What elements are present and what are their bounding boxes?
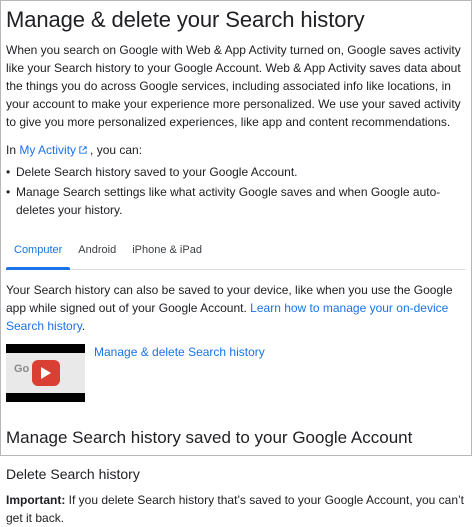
video-row: Go Manage & delete Search history [6, 344, 466, 402]
tab-computer[interactable]: Computer [6, 231, 71, 270]
my-activity-link[interactable]: My Activity [19, 143, 76, 157]
list-item: Delete Search history saved to your Goog… [6, 163, 466, 181]
external-link-icon[interactable] [79, 146, 87, 154]
video-title-link[interactable]: Manage & delete Search history [94, 343, 265, 402]
lead-suffix: , you can: [90, 143, 143, 157]
play-icon [41, 367, 51, 379]
lead-prefix: In [6, 143, 17, 157]
sub-heading: Delete Search history [6, 466, 140, 482]
thumbnail-logo-text: Go [14, 363, 30, 375]
thumbnail-frame: Go [6, 353, 85, 393]
important-text: If you delete Search history that’s save… [6, 493, 465, 525]
period: . [81, 319, 86, 333]
capabilities-list: Delete Search history saved to your Goog… [6, 163, 466, 219]
important-note: Important: If you delete Search history … [6, 491, 466, 527]
page-title: Manage & delete your Search history [6, 7, 365, 32]
intro-paragraph: When you search on Google with Web & App… [6, 43, 461, 129]
video-thumbnail[interactable]: Go [6, 344, 85, 402]
my-activity-lead: In My Activity , you can: [6, 141, 466, 159]
platform-tabs: Computer Android iPhone & iPad [6, 231, 466, 270]
list-item: Manage Search settings like what activit… [6, 183, 466, 219]
play-button[interactable] [32, 360, 60, 386]
tab-android[interactable]: Android [70, 231, 124, 269]
tab-content-text: Your Search history can also be saved to… [6, 281, 466, 335]
help-article: Manage & delete your Search history When… [6, 6, 466, 527]
important-label: Important: [6, 493, 66, 507]
tab-iphone-ipad[interactable]: iPhone & iPad [124, 231, 210, 269]
section-heading: Manage Search history saved to your Goog… [6, 428, 413, 447]
